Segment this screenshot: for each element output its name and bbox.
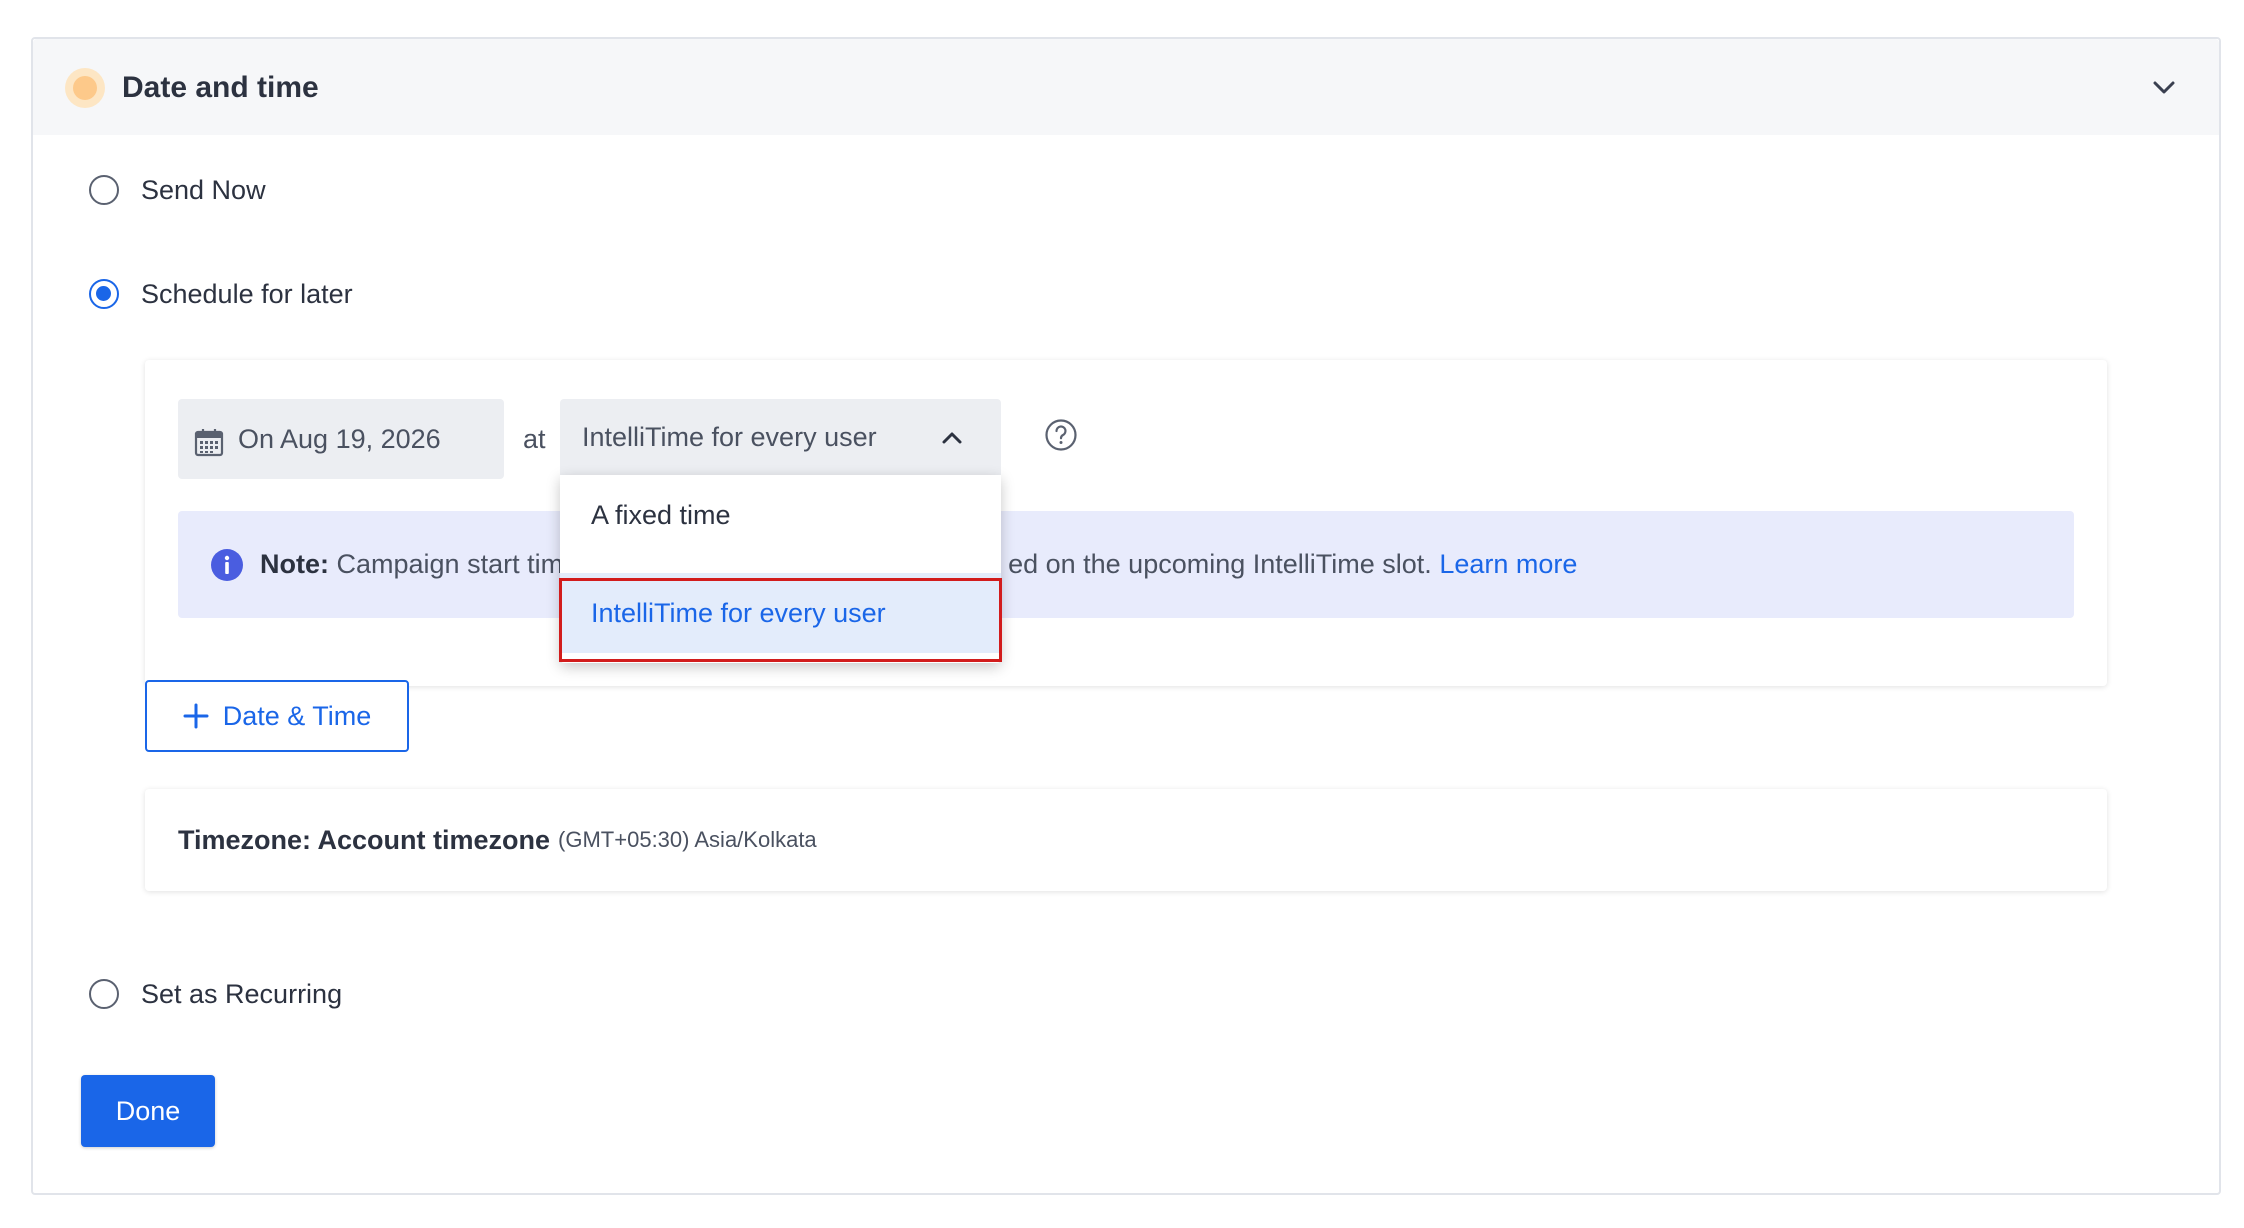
radio-label-schedule-later: Schedule for later [141,278,353,309]
time-mode-dropdown: A fixed time IntelliTime for every user [560,475,1001,663]
radio-button[interactable] [89,175,119,205]
radio-label-recurring: Set as Recurring [141,978,343,1009]
help-icon[interactable] [1044,418,1078,452]
timezone-card: Timezone: Account timezone (GMT+05:30) A… [145,789,2107,891]
add-date-time-button[interactable]: Date & Time [145,680,409,752]
date-picker-field[interactable]: On Aug 19, 2026 [178,399,504,479]
date-value: On Aug 19, 2026 [238,423,441,454]
calendar-icon [194,429,224,457]
note-text-left: Campaign start tim [329,549,564,579]
radio-recurring[interactable]: Set as Recurring [89,974,342,1014]
chevron-down-icon[interactable] [2149,73,2179,103]
done-label: Done [115,1095,181,1126]
date-time-panel: Date and time Send Now Schedule for late… [31,37,2221,1195]
panel-title: Date and time [122,71,319,104]
radio-label-send-now: Send Now [141,174,266,205]
learn-more-link[interactable]: Learn more [1439,549,1577,579]
timezone-value: (GMT+05:30) Asia/Kolkata [558,827,817,852]
radio-button[interactable] [89,979,119,1009]
done-button[interactable]: Done [81,1075,215,1147]
at-label: at [523,424,546,454]
info-icon [211,548,243,581]
note-label: Note: [260,549,329,579]
timezone-label: Timezone: Account timezone [178,824,551,855]
dropdown-option-intellitime[interactable]: IntelliTime for every user [560,573,1001,653]
note-text-right: ed on the upcoming IntelliTime slot. [1008,549,1440,579]
chevron-up-icon[interactable] [939,425,965,451]
panel-header[interactable]: Date and time [33,39,2219,135]
add-date-time-label: Date & Time [222,700,372,731]
plus-icon [183,703,209,729]
note-banner: Note: Campaign start tim ed on the upcomi… [178,511,2074,618]
radio-schedule-later[interactable]: Schedule for later [89,274,353,314]
status-dot-icon [65,68,105,108]
time-mode-select[interactable]: IntelliTime for every user [560,399,1001,479]
dropdown-option-fixed-time[interactable]: A fixed time [560,475,1001,555]
time-mode-value: IntelliTime for every user [582,422,877,452]
radio-button-selected[interactable] [89,279,119,309]
radio-send-now[interactable]: Send Now [89,170,266,210]
schedule-card: On Aug 19, 2026 at IntelliTime for every… [145,360,2107,686]
